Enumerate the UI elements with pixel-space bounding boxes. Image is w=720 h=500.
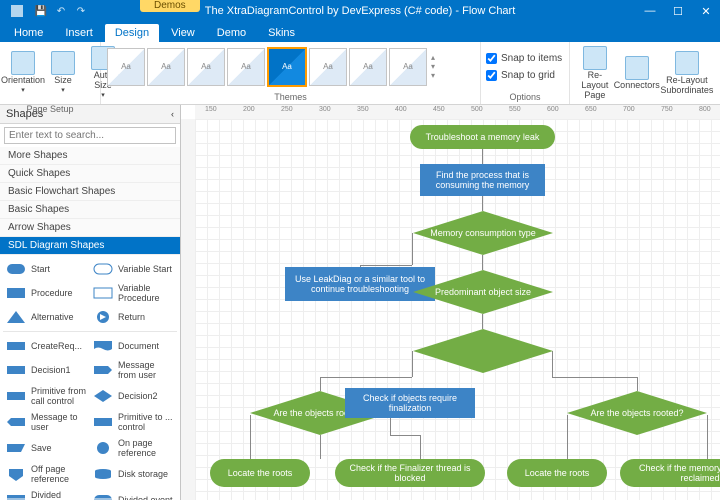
shape-off-page-ref[interactable]: Off page reference [3, 461, 90, 487]
theme-swatch-2[interactable]: Aa [147, 48, 185, 86]
category-quick-shapes[interactable]: Quick Shapes [0, 165, 180, 183]
orientation-button[interactable]: Orientation▾ [5, 49, 41, 97]
group-label-options: Options [481, 91, 569, 104]
shape-variable-start[interactable]: Variable Start [90, 258, 177, 280]
shape-start[interactable]: Start [3, 258, 90, 280]
tab-demo[interactable]: Demo [207, 24, 256, 42]
size-button[interactable]: Size▾ [45, 49, 81, 97]
category-basic-flowchart[interactable]: Basic Flowchart Shapes [0, 183, 180, 201]
demos-tag: Demos [140, 0, 200, 12]
theme-swatch-7[interactable]: Aa [349, 48, 387, 86]
category-basic-shapes[interactable]: Basic Shapes [0, 201, 180, 219]
shapes-list: Start Variable Start Procedure Variable … [0, 255, 180, 500]
shape-procedure[interactable]: Procedure [3, 280, 90, 306]
connectors-icon [625, 56, 649, 80]
node-find-process[interactable]: Find the process that is consuming the m… [420, 164, 545, 196]
close-button[interactable]: ✕ [692, 0, 720, 22]
snap-to-items-checkbox[interactable]: Snap to items [486, 53, 562, 64]
maximize-button[interactable]: ☐ [664, 0, 692, 22]
node-objects-rooted-3[interactable]: Are the objects rooted? [567, 391, 707, 435]
tab-insert[interactable]: Insert [55, 24, 103, 42]
relayout-page-button[interactable]: Re-Layout Page [575, 44, 615, 103]
theme-swatch-4[interactable]: Aa [227, 48, 265, 86]
snap-to-grid-checkbox[interactable]: Snap to grid [486, 70, 555, 81]
collapse-icon[interactable]: ‹ [171, 109, 174, 119]
shape-decision2[interactable]: Decision2 [90, 383, 177, 409]
tab-home[interactable]: Home [4, 24, 53, 42]
window-title: The XtraDiagramControl by DevExpress (C#… [205, 5, 516, 17]
shape-primitive-from-call[interactable]: Primitive from call control [3, 383, 90, 409]
shape-message-from-user[interactable]: Message from user [90, 357, 177, 383]
window-controls: — ☐ ✕ [636, 0, 720, 22]
connectors-button[interactable]: Connectors [619, 54, 655, 93]
shapes-search-input[interactable] [4, 127, 176, 144]
shape-divided-process[interactable]: Divided process [3, 487, 90, 500]
theme-swatch-6[interactable]: Aa [309, 48, 347, 86]
shape-save[interactable]: Save [3, 435, 90, 461]
relayout-page-icon [583, 46, 607, 70]
node-leakdiag[interactable]: Use LeakDiag or a similar tool to contin… [285, 267, 435, 301]
ruler-horizontal: 1502002503003504004505005506006507007508… [195, 105, 720, 120]
theme-swatch-1[interactable]: Aa [107, 48, 145, 86]
shape-variable-procedure[interactable]: Variable Procedure [90, 280, 177, 306]
shape-document[interactable]: Document [90, 335, 177, 357]
relayout-subs-icon [675, 51, 699, 75]
redo-icon[interactable]: ↷ [72, 2, 90, 20]
shape-alternative[interactable]: Alternative [3, 306, 90, 328]
ribbon-tabs: Home Insert Design View Demo Skins [0, 22, 720, 42]
node-consumption-type[interactable]: Memory consumption type [413, 211, 553, 255]
node-check-finalizer-thread[interactable]: Check if the Finalizer thread is blocked [335, 459, 485, 487]
tab-skins[interactable]: Skins [258, 24, 305, 42]
diagram-canvas[interactable]: Troubleshoot a memory leak Find the proc… [195, 119, 720, 500]
shape-primitive-to[interactable]: Primitive to ... control [90, 409, 177, 435]
ribbon: Orientation▾ Size▾ Auto Size▾ Page Setup… [0, 42, 720, 105]
canvas-area: 1502002503003504004505005506006507007508… [181, 105, 720, 500]
node-troubleshoot[interactable]: Troubleshoot a memory leak [410, 125, 555, 149]
quick-access-toolbar: 💾 ↶ ↷ [0, 2, 90, 20]
titlebar: 💾 ↶ ↷ Demos The XtraDiagramControl by De… [0, 0, 720, 22]
shape-divided-event[interactable]: Divided event [90, 487, 177, 500]
theme-swatch-3[interactable]: Aa [187, 48, 225, 86]
orientation-icon [11, 51, 35, 75]
group-label-pagesetup: Page Setup [0, 103, 100, 116]
tab-view[interactable]: View [161, 24, 205, 42]
app-icon [10, 4, 24, 18]
category-more-shapes[interactable]: More Shapes [0, 147, 180, 165]
themes-expand[interactable]: ▾ [431, 71, 435, 80]
node-check-finalization[interactable]: Check if objects require finalization [345, 388, 475, 418]
shape-disk-storage[interactable]: Disk storage [90, 461, 177, 487]
category-sdl-diagram[interactable]: SDL Diagram Shapes [0, 237, 180, 255]
tab-design[interactable]: Design [105, 24, 159, 42]
themes-scroll-down[interactable]: ▾ [431, 62, 435, 71]
shape-message-to-user[interactable]: Message to user [3, 409, 90, 435]
node-locate-roots-2[interactable]: Locate the roots [507, 459, 607, 487]
theme-swatch-5-selected[interactable]: Aa [267, 47, 307, 87]
themes-scroll-up[interactable]: ▴ [431, 53, 435, 62]
theme-swatch-8[interactable]: Aa [389, 48, 427, 86]
node-locate-roots-1[interactable]: Locate the roots [210, 459, 310, 487]
relayout-subs-button[interactable]: Re-Layout Subordinates [659, 49, 715, 98]
workspace: Shapes‹ More Shapes Quick Shapes Basic F… [0, 105, 720, 500]
shape-return[interactable]: Return [90, 306, 177, 328]
node-check-memory-reclaimed[interactable]: Check if the memory has been reclaimed [620, 459, 720, 487]
node-objects-rooted-1[interactable] [413, 329, 553, 373]
minimize-button[interactable]: — [636, 0, 664, 22]
shape-createreq[interactable]: CreateReq... [3, 335, 90, 357]
size-icon [51, 51, 75, 75]
category-arrow-shapes[interactable]: Arrow Shapes [0, 219, 180, 237]
shape-on-page-ref[interactable]: On page reference [90, 435, 177, 461]
shape-decision1[interactable]: Decision1 [3, 357, 90, 383]
ruler-vertical [181, 119, 196, 500]
shapes-panel: Shapes‹ More Shapes Quick Shapes Basic F… [0, 105, 181, 500]
group-label-themes: Themes [101, 91, 480, 104]
save-icon[interactable]: 💾 [32, 2, 50, 20]
undo-icon[interactable]: ↶ [52, 2, 70, 20]
